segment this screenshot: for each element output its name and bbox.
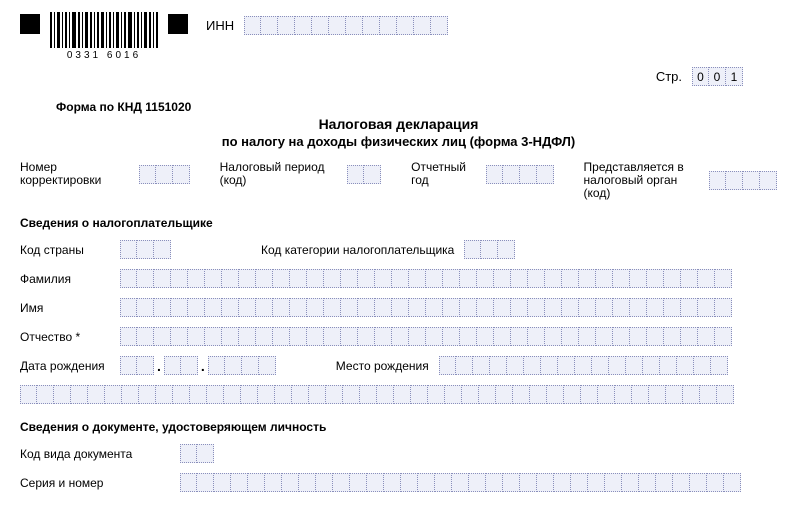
country-code-cells[interactable] — [120, 240, 171, 259]
page-label: Стр. — [656, 69, 682, 84]
doc-type-cells[interactable] — [180, 444, 214, 463]
inn-label: ИНН — [206, 18, 234, 33]
report-year-field: Отчетный год — [411, 161, 553, 187]
submitted-to-label: Представляется в налоговый орган (код) — [584, 161, 701, 200]
page-digit: 0 — [692, 67, 709, 86]
doc-type-row: Код вида документа — [20, 444, 777, 463]
patronymic-row: Отчество * — [20, 327, 777, 346]
black-square-left — [20, 14, 40, 34]
category-code-cells[interactable] — [464, 240, 515, 259]
tax-period-label: Налоговый период (код) — [220, 161, 340, 187]
birthplace-label: Место рождения — [336, 359, 429, 373]
report-year-cells[interactable] — [486, 165, 554, 184]
country-category-row: Код страны Код категории налогоплательщи… — [20, 240, 777, 259]
country-code-label: Код страны — [20, 243, 120, 257]
birthplace-cont-cells[interactable] — [20, 385, 777, 404]
inn-field: ИНН — [206, 16, 448, 35]
report-year-label: Отчетный год — [411, 161, 477, 187]
barcode: 0331 6016 — [50, 12, 158, 61]
section-document: Сведения о документе, удостоверяющем лич… — [20, 420, 777, 434]
header-fields-row: Номер корректировки Налоговый период (ко… — [20, 161, 777, 200]
form-knd: Форма по КНД 1151020 — [56, 100, 777, 114]
doc-series-cells[interactable] — [180, 473, 777, 492]
section-taxpayer: Сведения о налогоплательщике — [20, 216, 777, 230]
tax-period-cells[interactable] — [347, 165, 381, 184]
tax-period-field: Налоговый период (код) — [220, 161, 382, 187]
surname-row: Фамилия — [20, 269, 777, 288]
birthplace-cont-row — [20, 385, 777, 404]
dot-separator: . — [198, 358, 208, 374]
name-row: Имя — [20, 298, 777, 317]
doc-series-label: Серия и номер — [20, 476, 180, 490]
page-number-row: Стр. 0 0 1 — [20, 67, 743, 86]
header-row: 0331 6016 ИНН — [20, 12, 777, 61]
dot-separator: . — [154, 358, 164, 374]
barcode-bars — [50, 12, 158, 48]
correction-label: Номер корректировки — [20, 161, 131, 187]
inn-cells[interactable] — [244, 16, 448, 35]
patronymic-label: Отчество * — [20, 330, 120, 344]
page-digit: 0 — [709, 67, 726, 86]
name-cells[interactable] — [120, 298, 777, 317]
doc-series-row: Серия и номер — [20, 473, 777, 492]
category-code-label: Код категории налогоплательщика — [261, 243, 454, 257]
page-digit: 1 — [726, 67, 743, 86]
correction-cells[interactable] — [139, 165, 190, 184]
dob-month-cells[interactable] — [164, 356, 198, 375]
dob-birthplace-row: Дата рождения . . Место рождения — [20, 356, 777, 375]
patronymic-cells[interactable] — [120, 327, 777, 346]
dob-label: Дата рождения — [20, 359, 120, 373]
black-square-right — [168, 14, 188, 34]
dob-year-cells[interactable] — [208, 356, 276, 375]
page-cells: 0 0 1 — [692, 67, 743, 86]
surname-cells[interactable] — [120, 269, 777, 288]
form-subtitle: по налогу на доходы физических лиц (форм… — [20, 134, 777, 149]
correction-field: Номер корректировки — [20, 161, 190, 187]
surname-label: Фамилия — [20, 272, 120, 286]
submitted-to-cells[interactable] — [709, 171, 777, 190]
dob-day-cells[interactable] — [120, 356, 154, 375]
form-title: Налоговая декларация — [20, 116, 777, 132]
name-label: Имя — [20, 301, 120, 315]
birthplace-cells[interactable] — [439, 356, 777, 375]
doc-type-label: Код вида документа — [20, 447, 180, 461]
submitted-to-field: Представляется в налоговый орган (код) — [584, 161, 777, 200]
barcode-number: 0331 6016 — [67, 50, 141, 61]
